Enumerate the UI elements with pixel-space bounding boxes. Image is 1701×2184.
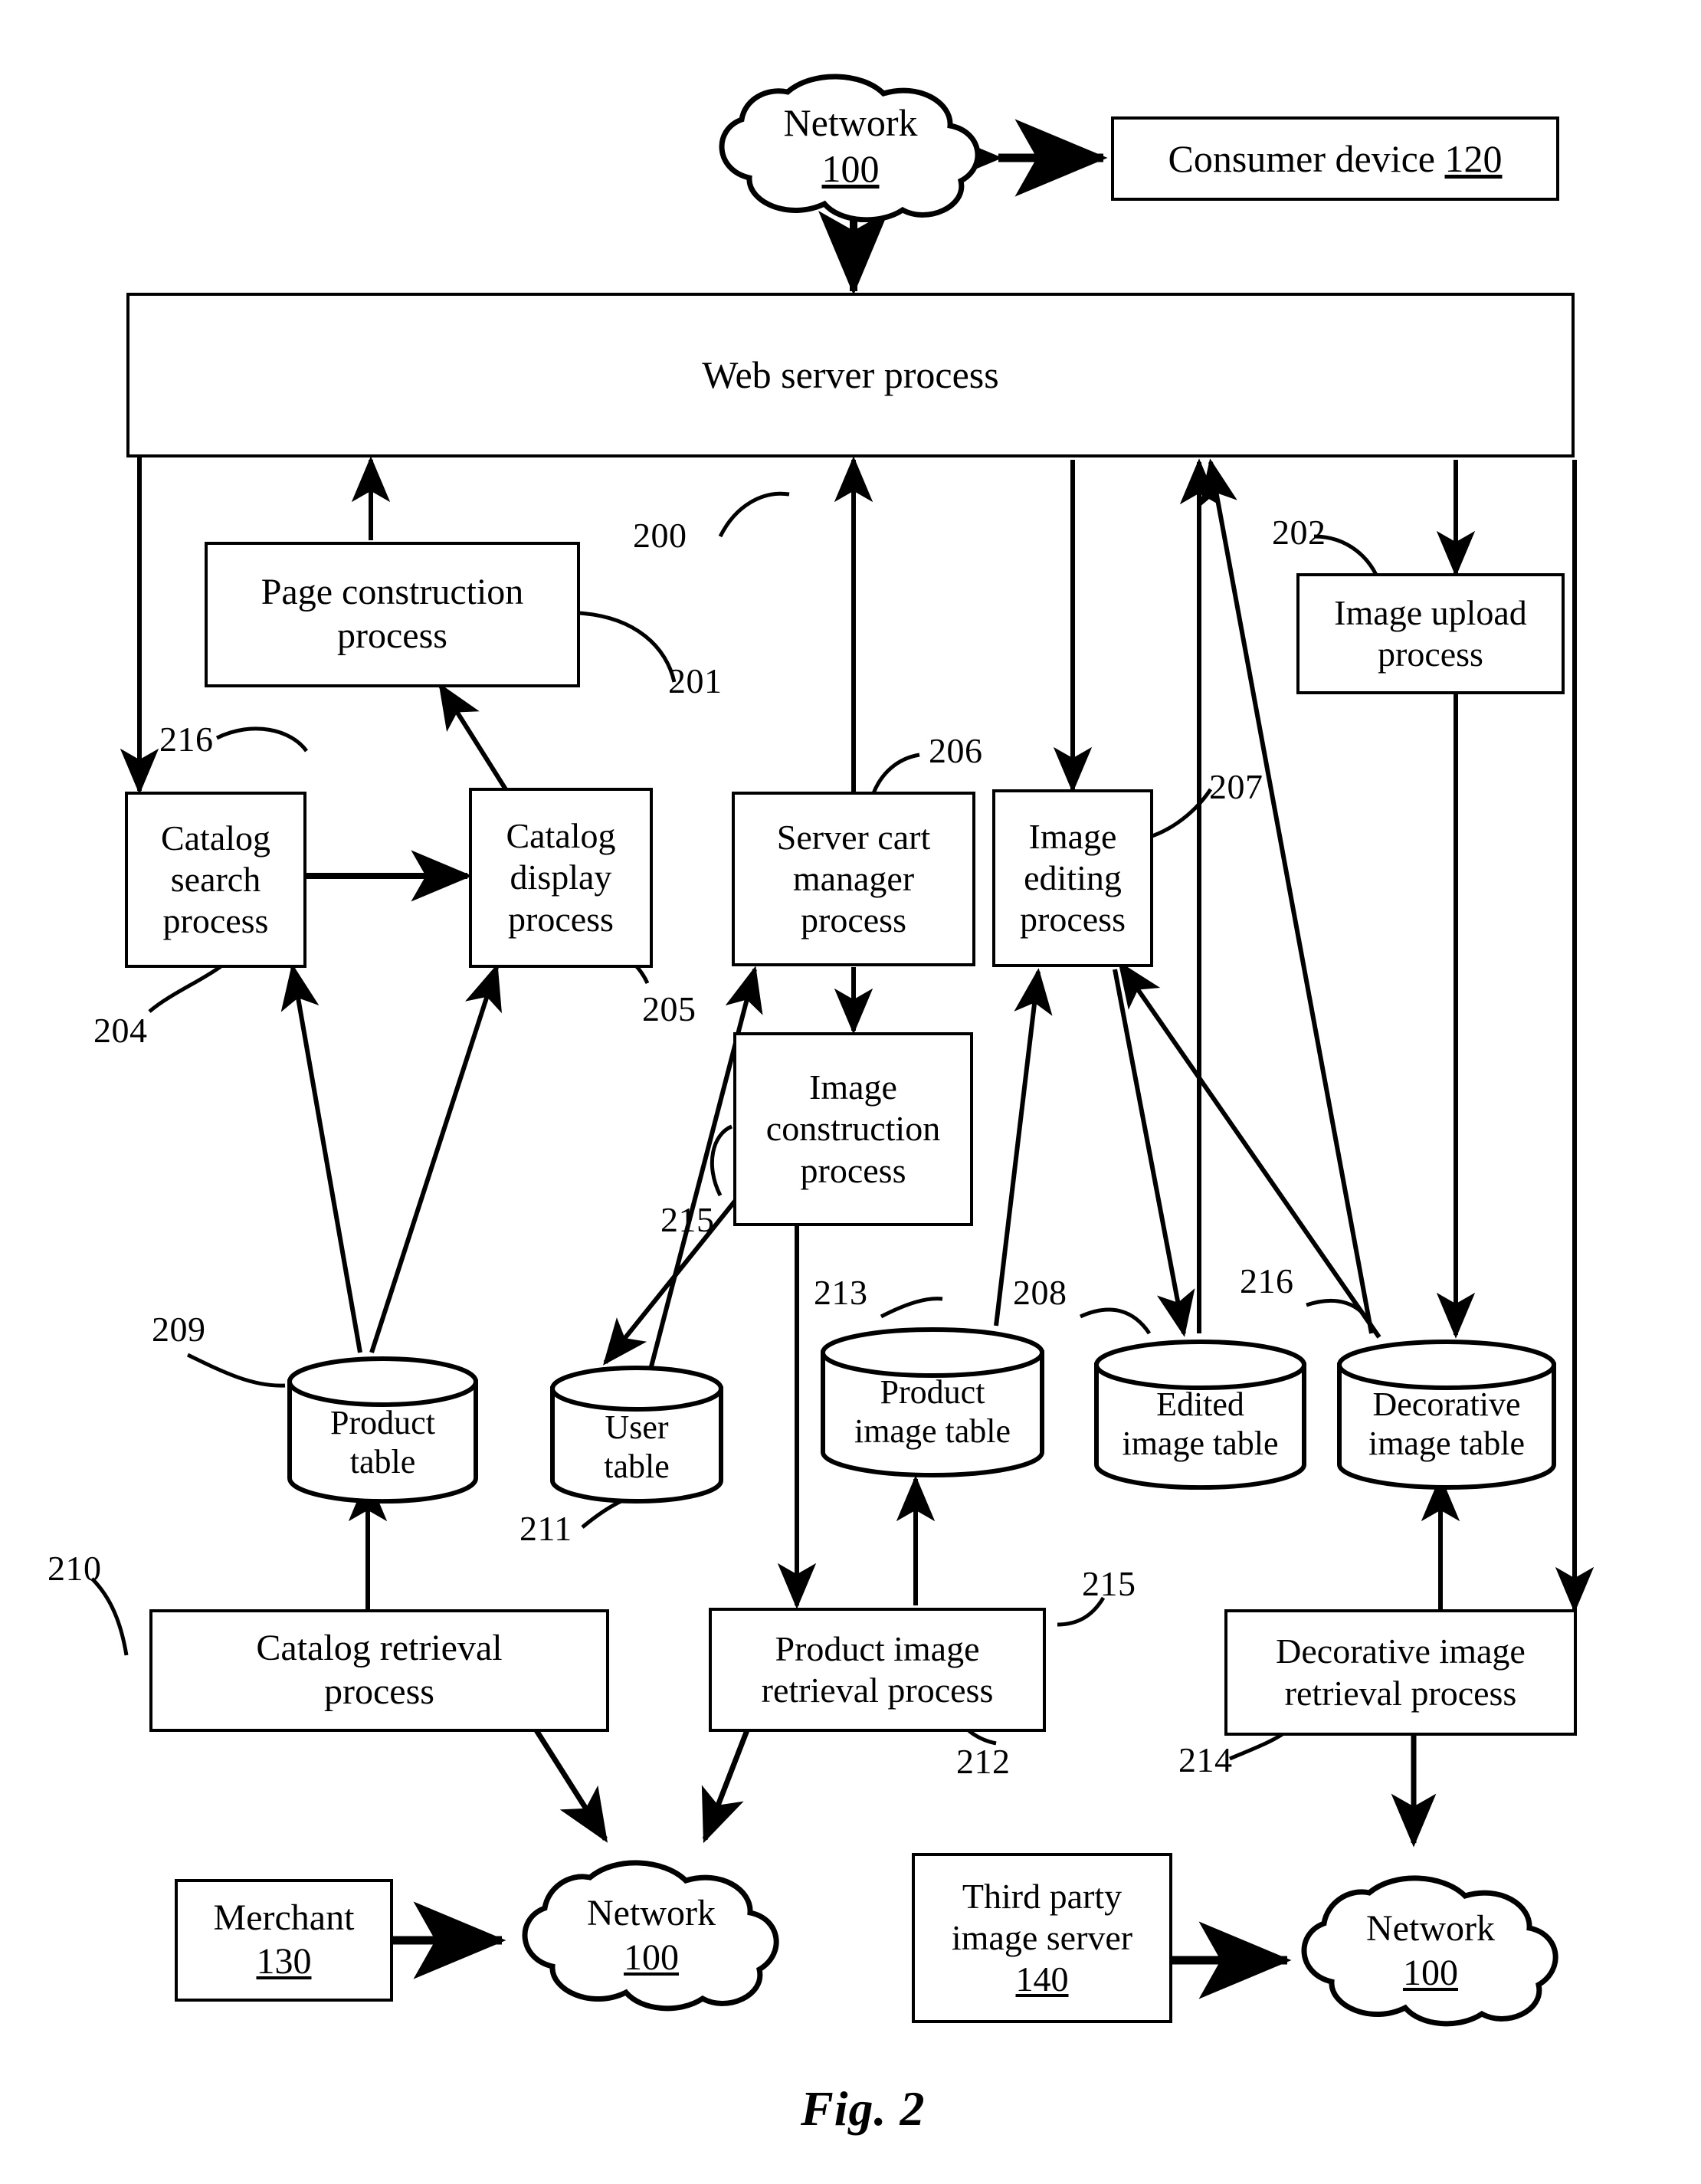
catalog-search-process-label: Catalog search process — [160, 818, 271, 941]
network-cloud-top-label: Network 100 — [783, 101, 918, 190]
catalog-retrieval-process-box: Catalog retrieval process — [149, 1609, 609, 1732]
ref-201: 201 — [668, 661, 723, 700]
network-cloud-bottom-right-label: Network 100 — [1366, 1908, 1495, 1993]
ref-206: 206 — [929, 731, 983, 770]
catalog-search-process-box: Catalog search process — [125, 792, 306, 968]
figure-caption: Fig. 2 — [801, 2081, 926, 2136]
decorative-image-retrieval-process-label: Decorative image retrieval process — [1276, 1631, 1526, 1713]
product-image-retrieval-process-box: Product image retrieval process — [709, 1608, 1046, 1732]
merchant-label: Merchant 130 — [213, 1897, 355, 1982]
network-cloud-bottom-right: Network 100 — [1281, 1870, 1580, 2032]
ref-205: 205 — [642, 989, 696, 1028]
ref-216-top: 216 — [159, 720, 214, 759]
merchant-box: Merchant 130 — [175, 1879, 393, 2002]
product-table-label: Product table — [330, 1404, 435, 1481]
ref-216-right: 216 — [1240, 1261, 1294, 1300]
ref-202: 202 — [1272, 513, 1326, 552]
consumer-device-box: Consumer device 120 — [1111, 116, 1559, 201]
ref-207: 207 — [1209, 767, 1263, 806]
ref-204: 204 — [93, 1011, 148, 1050]
catalog-display-process-box: Catalog display process — [469, 788, 653, 968]
consumer-device-label: Consumer device 120 — [1168, 136, 1503, 180]
product-image-table-cylinder: Product image table — [818, 1327, 1047, 1477]
image-construction-process-box: Image construction process — [733, 1032, 973, 1226]
network-cloud-bottom-left-label: Network 100 — [587, 1893, 716, 1978]
product-image-retrieval-process-label: Product image retrieval process — [761, 1628, 994, 1710]
ref-209: 209 — [152, 1310, 206, 1349]
user-table-label: User table — [604, 1408, 670, 1485]
image-editing-process-label: Image editing process — [1020, 816, 1126, 940]
server-cart-manager-process-label: Server cart manager process — [776, 817, 931, 940]
image-upload-process-box: Image upload process — [1296, 573, 1565, 694]
ref-210: 210 — [48, 1549, 102, 1588]
product-image-table-label: Product image table — [854, 1373, 1011, 1450]
network-cloud-top: Network 100 — [697, 69, 1004, 222]
product-table-cylinder: Product table — [285, 1356, 480, 1504]
image-construction-process-label: Image construction process — [765, 1067, 941, 1190]
ref-208: 208 — [1013, 1273, 1067, 1312]
ref-200: 200 — [633, 516, 687, 555]
image-editing-process-box: Image editing process — [992, 789, 1153, 967]
web-server-process-box: Web server process — [126, 293, 1575, 457]
catalog-display-process-label: Catalog display process — [506, 816, 616, 939]
third-party-image-server-box: Third party image server 140 — [912, 1853, 1172, 2023]
page-construction-process-label: Page construction process — [261, 572, 524, 656]
catalog-retrieval-process-label: Catalog retrieval process — [256, 1628, 503, 1712]
edited-image-table-cylinder: Edited image table — [1092, 1340, 1309, 1490]
network-cloud-bottom-left: Network 100 — [502, 1854, 801, 2017]
ref-215-right: 215 — [1082, 1564, 1136, 1603]
third-party-image-server-label: Third party image server 140 — [951, 1876, 1133, 1999]
patent-figure-2: Network 100 Consumer device 120 Web serve… — [0, 0, 1701, 2184]
image-upload-process-label: Image upload process — [1334, 592, 1527, 674]
ref-214: 214 — [1178, 1740, 1233, 1779]
ref-213: 213 — [814, 1273, 868, 1312]
user-table-cylinder: User table — [548, 1366, 726, 1504]
ref-215-mid: 215 — [660, 1200, 715, 1239]
decorative-image-table-label: Decorative image table — [1368, 1385, 1525, 1462]
server-cart-manager-process-box: Server cart manager process — [732, 792, 975, 966]
decorative-image-retrieval-process-box: Decorative image retrieval process — [1224, 1609, 1577, 1736]
ref-211: 211 — [519, 1509, 572, 1548]
web-server-process-label: Web server process — [702, 353, 999, 396]
decorative-image-table-cylinder: Decorative image table — [1335, 1340, 1558, 1490]
ref-212: 212 — [956, 1742, 1011, 1781]
edited-image-table-label: Edited image table — [1122, 1385, 1279, 1462]
page-construction-process-box: Page construction process — [205, 542, 580, 687]
